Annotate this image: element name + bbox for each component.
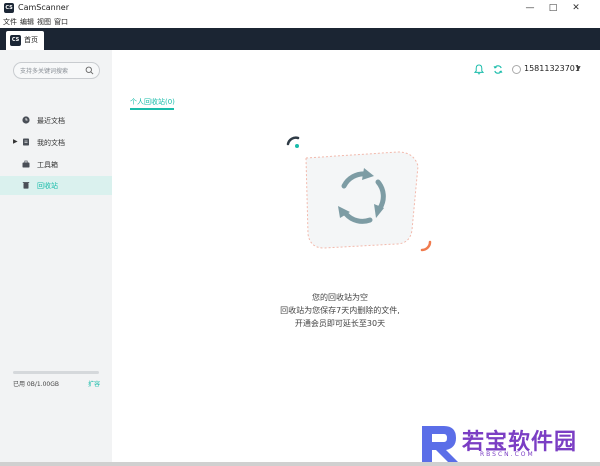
sidebar-item-toolbox[interactable]: 工具箱: [0, 155, 112, 174]
trash-icon: [22, 182, 30, 189]
search-input[interactable]: 支持多关键词搜索: [13, 62, 100, 79]
cs-logo-icon: CS: [10, 35, 21, 46]
app-logo-icon: CS: [4, 3, 14, 13]
storage-usage-text: 已用 0B/1.00GB: [13, 381, 59, 388]
chevron-down-icon[interactable]: ▼: [576, 65, 581, 72]
watermark-url: RBSCN.COM: [480, 451, 535, 458]
menu-file[interactable]: 文件: [3, 17, 17, 28]
menu-edit[interactable]: 编辑: [20, 17, 34, 28]
expand-caret-icon[interactable]: ▶: [13, 138, 18, 145]
sidebar-item-label: 回收站: [37, 182, 58, 190]
maximize-button[interactable]: □: [543, 2, 563, 15]
avatar[interactable]: [512, 65, 521, 74]
sidebar-item-label: 工具箱: [37, 161, 58, 169]
close-button[interactable]: ✕: [566, 2, 586, 15]
sidebar-item-label: 最近文档: [37, 117, 65, 125]
tab-home-label: 首页: [24, 36, 38, 44]
title-bar: CS CamScanner — □ ✕: [0, 0, 600, 17]
empty-trash-illustration-icon: [286, 136, 432, 252]
expand-storage-link[interactable]: 扩容: [88, 379, 100, 388]
storage-progress-bar: [13, 371, 99, 374]
minimize-button[interactable]: —: [520, 2, 540, 15]
sidebar-item-recent[interactable]: 最近文档: [0, 111, 112, 130]
horizontal-scrollbar[interactable]: [0, 462, 600, 466]
sidebar-item-label: 我的文档: [37, 139, 65, 147]
tab-active-indicator: [130, 108, 174, 110]
sidebar-item-my-docs[interactable]: ▶ 我的文档: [0, 133, 112, 152]
clock-icon: [22, 116, 30, 124]
menu-bar: 文件 编辑 视图 窗口: [0, 17, 600, 28]
bell-icon[interactable]: [474, 64, 484, 75]
user-phone-number[interactable]: 15811323701: [524, 64, 580, 73]
menu-window[interactable]: 窗口: [54, 17, 68, 28]
menu-view[interactable]: 视图: [37, 17, 51, 28]
empty-state-text: 回收站为您保存7天内删除的文件,: [280, 306, 400, 315]
empty-state-title: 您的回收站为空: [312, 293, 368, 302]
tab-bar: [0, 28, 600, 50]
search-placeholder: 支持多关键词搜索: [20, 68, 69, 75]
toolbox-icon: [22, 160, 30, 168]
empty-state-text: 开通会员即可延长至30天: [294, 319, 386, 328]
sidebar-item-trash[interactable]: 回收站: [0, 176, 112, 195]
tab-home[interactable]: CS 首页: [6, 31, 44, 50]
window-title: CamScanner: [18, 3, 70, 12]
search-icon[interactable]: [85, 66, 94, 75]
tab-personal-trash[interactable]: 个人回收站(0): [130, 97, 175, 107]
document-icon: [23, 138, 29, 146]
sync-icon[interactable]: [493, 64, 503, 75]
